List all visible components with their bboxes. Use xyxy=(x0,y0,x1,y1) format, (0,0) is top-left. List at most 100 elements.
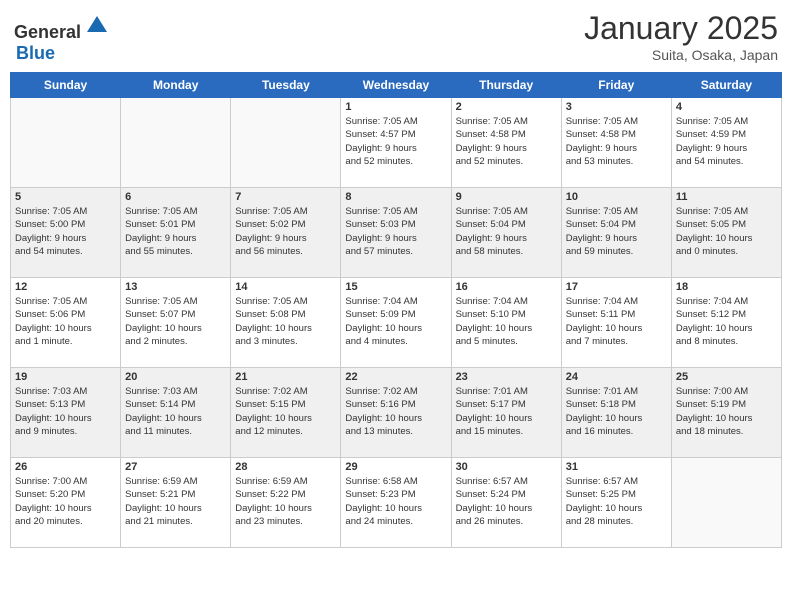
calendar-day-10: 10 Sunrise: 7:05 AM Sunset: 5:04 PM Dayli… xyxy=(561,188,671,278)
day-info: Sunrise: 7:01 AM Sunset: 5:18 PM Dayligh… xyxy=(566,385,667,438)
day-number: 16 xyxy=(456,281,557,293)
logo-blue: Blue xyxy=(16,43,55,63)
day-info: Sunrise: 7:05 AM Sunset: 4:58 PM Dayligh… xyxy=(566,115,667,168)
day-number: 12 xyxy=(15,281,116,293)
day-number: 27 xyxy=(125,461,226,473)
calendar-day-25: 25Sunrise: 7:00 AM Sunset: 5:19 PM Dayli… xyxy=(671,368,781,458)
day-number: 7 xyxy=(235,191,336,203)
day-info: Sunrise: 7:03 AM Sunset: 5:13 PM Dayligh… xyxy=(15,385,116,438)
day-info: Sunrise: 7:01 AM Sunset: 5:17 PM Dayligh… xyxy=(456,385,557,438)
day-number: 25 xyxy=(676,371,777,383)
calendar-day-27: 27Sunrise: 6:59 AM Sunset: 5:21 PM Dayli… xyxy=(121,458,231,548)
day-info: Sunrise: 7:05 AM Sunset: 5:00 PM Dayligh… xyxy=(15,205,116,258)
weekday-header-thursday: Thursday xyxy=(451,73,561,98)
day-number: 10 xyxy=(566,191,667,203)
day-number: 17 xyxy=(566,281,667,293)
day-number: 13 xyxy=(125,281,226,293)
calendar-day-15: 15Sunrise: 7:04 AM Sunset: 5:09 PM Dayli… xyxy=(341,278,451,368)
day-info: Sunrise: 6:57 AM Sunset: 5:24 PM Dayligh… xyxy=(456,475,557,528)
weekday-header-monday: Monday xyxy=(121,73,231,98)
calendar-week-row-4: 19 Sunrise: 7:03 AM Sunset: 5:13 PM Dayli… xyxy=(11,368,782,458)
calendar-day-8: 8 Sunrise: 7:05 AM Sunset: 5:03 PM Daylig… xyxy=(341,188,451,278)
calendar-day-2: 2 Sunrise: 7:05 AM Sunset: 4:58 PM Daylig… xyxy=(451,98,561,188)
day-number: 23 xyxy=(456,371,557,383)
day-info: Sunrise: 7:03 AM Sunset: 5:14 PM Dayligh… xyxy=(125,385,226,438)
day-number: 5 xyxy=(15,191,116,203)
day-info: Sunrise: 7:04 AM Sunset: 5:10 PM Dayligh… xyxy=(456,295,557,348)
calendar-day-3: 3Sunrise: 7:05 AM Sunset: 4:58 PM Daylig… xyxy=(561,98,671,188)
calendar-empty-cell xyxy=(121,98,231,188)
day-info: Sunrise: 7:05 AM Sunset: 5:05 PM Dayligh… xyxy=(676,205,777,258)
calendar-day-19: 19 Sunrise: 7:03 AM Sunset: 5:13 PM Dayli… xyxy=(11,368,121,458)
day-info: Sunrise: 7:05 AM Sunset: 5:03 PM Dayligh… xyxy=(345,205,446,258)
calendar-day-24: 24Sunrise: 7:01 AM Sunset: 5:18 PM Dayli… xyxy=(561,368,671,458)
logo-general: General xyxy=(14,22,81,42)
calendar-day-20: 20 Sunrise: 7:03 AM Sunset: 5:14 PM Dayli… xyxy=(121,368,231,458)
calendar-week-row-3: 12 Sunrise: 7:05 AM Sunset: 5:06 PM Dayli… xyxy=(11,278,782,368)
calendar-day-17: 17 Sunrise: 7:04 AM Sunset: 5:11 PM Dayli… xyxy=(561,278,671,368)
calendar-day-14: 14Sunrise: 7:05 AM Sunset: 5:08 PM Dayli… xyxy=(231,278,341,368)
calendar-day-6: 6 Sunrise: 7:05 AM Sunset: 5:01 PM Daylig… xyxy=(121,188,231,278)
calendar-empty-cell xyxy=(231,98,341,188)
day-number: 8 xyxy=(345,191,446,203)
day-info: Sunrise: 7:02 AM Sunset: 5:15 PM Dayligh… xyxy=(235,385,336,438)
day-number: 26 xyxy=(15,461,116,473)
day-info: Sunrise: 7:05 AM Sunset: 4:59 PM Dayligh… xyxy=(676,115,777,168)
calendar-day-4: 4 Sunrise: 7:05 AM Sunset: 4:59 PM Daylig… xyxy=(671,98,781,188)
location-title: Suita, Osaka, Japan xyxy=(584,47,778,63)
weekday-header-friday: Friday xyxy=(561,73,671,98)
calendar-day-1: 1Sunrise: 7:05 AM Sunset: 4:57 PM Daylig… xyxy=(341,98,451,188)
calendar-day-11: 11 Sunrise: 7:05 AM Sunset: 5:05 PM Dayli… xyxy=(671,188,781,278)
day-info: Sunrise: 7:05 AM Sunset: 4:57 PM Dayligh… xyxy=(345,115,446,168)
calendar-day-18: 18 Sunrise: 7:04 AM Sunset: 5:12 PM Dayli… xyxy=(671,278,781,368)
day-number: 29 xyxy=(345,461,446,473)
day-number: 30 xyxy=(456,461,557,473)
day-info: Sunrise: 6:58 AM Sunset: 5:23 PM Dayligh… xyxy=(345,475,446,528)
day-info: Sunrise: 7:02 AM Sunset: 5:16 PM Dayligh… xyxy=(345,385,446,438)
calendar-week-row-5: 26 Sunrise: 7:00 AM Sunset: 5:20 PM Dayli… xyxy=(11,458,782,548)
calendar-day-12: 12 Sunrise: 7:05 AM Sunset: 5:06 PM Dayli… xyxy=(11,278,121,368)
calendar-week-row-1: 1Sunrise: 7:05 AM Sunset: 4:57 PM Daylig… xyxy=(11,98,782,188)
day-info: Sunrise: 7:05 AM Sunset: 5:01 PM Dayligh… xyxy=(125,205,226,258)
calendar-day-5: 5 Sunrise: 7:05 AM Sunset: 5:00 PM Daylig… xyxy=(11,188,121,278)
calendar-day-30: 30 Sunrise: 6:57 AM Sunset: 5:24 PM Dayli… xyxy=(451,458,561,548)
day-info: Sunrise: 7:04 AM Sunset: 5:12 PM Dayligh… xyxy=(676,295,777,348)
day-number: 4 xyxy=(676,101,777,113)
day-number: 21 xyxy=(235,371,336,383)
day-info: Sunrise: 7:00 AM Sunset: 5:20 PM Dayligh… xyxy=(15,475,116,528)
day-info: Sunrise: 7:05 AM Sunset: 5:04 PM Dayligh… xyxy=(456,205,557,258)
day-number: 19 xyxy=(15,371,116,383)
day-number: 11 xyxy=(676,191,777,203)
calendar-day-13: 13 Sunrise: 7:05 AM Sunset: 5:07 PM Dayli… xyxy=(121,278,231,368)
calendar-week-row-2: 5 Sunrise: 7:05 AM Sunset: 5:00 PM Daylig… xyxy=(11,188,782,278)
calendar-day-21: 21 Sunrise: 7:02 AM Sunset: 5:15 PM Dayli… xyxy=(231,368,341,458)
day-number: 31 xyxy=(566,461,667,473)
month-title: January 2025 xyxy=(584,10,778,47)
calendar-day-31: 31Sunrise: 6:57 AM Sunset: 5:25 PM Dayli… xyxy=(561,458,671,548)
calendar-day-7: 7Sunrise: 7:05 AM Sunset: 5:02 PM Daylig… xyxy=(231,188,341,278)
day-info: Sunrise: 7:05 AM Sunset: 5:07 PM Dayligh… xyxy=(125,295,226,348)
day-info: Sunrise: 7:05 AM Sunset: 5:04 PM Dayligh… xyxy=(566,205,667,258)
calendar-day-9: 9Sunrise: 7:05 AM Sunset: 5:04 PM Daylig… xyxy=(451,188,561,278)
page-header: General Blue January 2025 Suita, Osaka, … xyxy=(10,10,782,64)
weekday-header-sunday: Sunday xyxy=(11,73,121,98)
day-number: 15 xyxy=(345,281,446,293)
logo-text: General Blue xyxy=(14,10,111,64)
day-info: Sunrise: 7:05 AM Sunset: 5:06 PM Dayligh… xyxy=(15,295,116,348)
calendar-table: SundayMondayTuesdayWednesdayThursdayFrid… xyxy=(10,72,782,548)
calendar-day-28: 28Sunrise: 6:59 AM Sunset: 5:22 PM Dayli… xyxy=(231,458,341,548)
day-number: 14 xyxy=(235,281,336,293)
day-info: Sunrise: 7:05 AM Sunset: 4:58 PM Dayligh… xyxy=(456,115,557,168)
calendar-day-16: 16 Sunrise: 7:04 AM Sunset: 5:10 PM Dayli… xyxy=(451,278,561,368)
day-number: 20 xyxy=(125,371,226,383)
day-number: 18 xyxy=(676,281,777,293)
weekday-header-saturday: Saturday xyxy=(671,73,781,98)
calendar-day-29: 29 Sunrise: 6:58 AM Sunset: 5:23 PM Dayli… xyxy=(341,458,451,548)
weekday-header-wednesday: Wednesday xyxy=(341,73,451,98)
day-info: Sunrise: 6:59 AM Sunset: 5:22 PM Dayligh… xyxy=(235,475,336,528)
calendar-day-26: 26 Sunrise: 7:00 AM Sunset: 5:20 PM Dayli… xyxy=(11,458,121,548)
day-number: 6 xyxy=(125,191,226,203)
day-info: Sunrise: 7:04 AM Sunset: 5:11 PM Dayligh… xyxy=(566,295,667,348)
calendar-empty-cell xyxy=(11,98,121,188)
day-number: 2 xyxy=(456,101,557,113)
